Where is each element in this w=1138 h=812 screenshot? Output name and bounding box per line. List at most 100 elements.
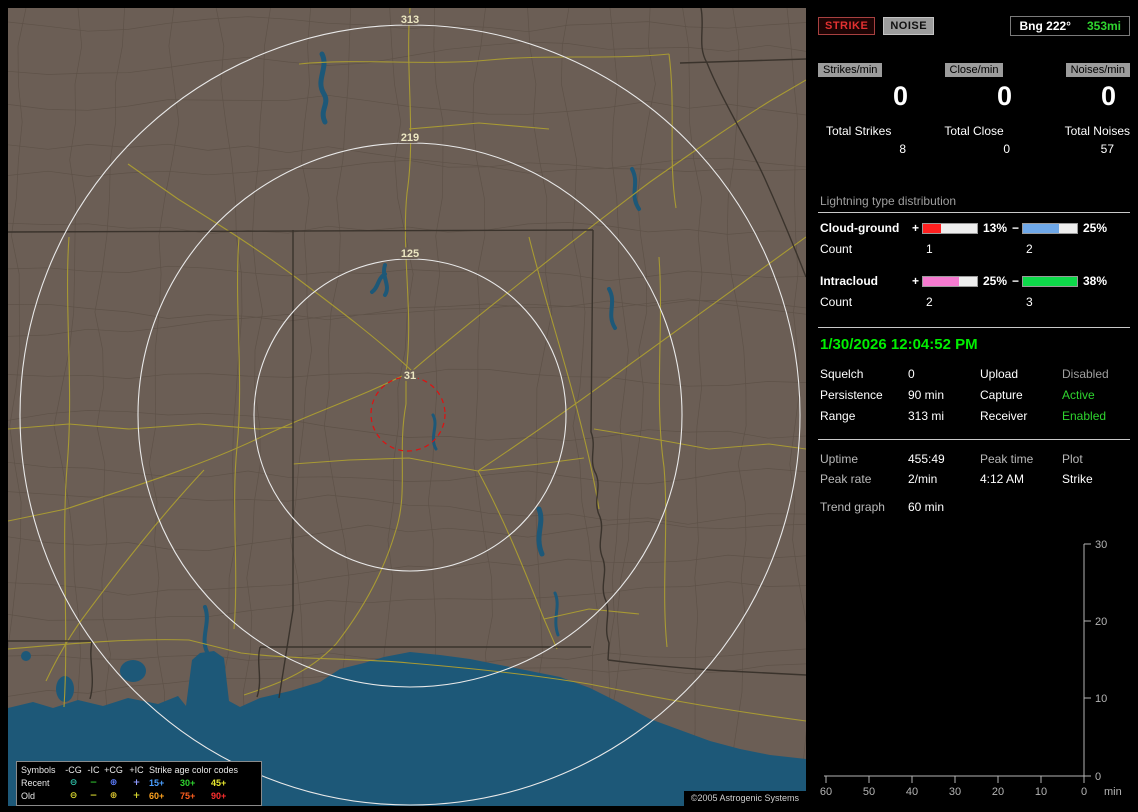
trend-graph-chart: 30 20 10 0 60 50 40 30 20 10 0 min	[820, 539, 1122, 798]
receiver-label: Receiver	[980, 409, 1028, 423]
strike-indicator-button[interactable]: STRIKE	[818, 17, 876, 35]
persistence-label: Persistence	[820, 388, 883, 402]
y-tick-label: 20	[1095, 616, 1107, 628]
pos-cg-symbol: ⊕	[109, 778, 118, 788]
ic-plus-bar-fill	[923, 276, 959, 286]
ic-minus-count: 3	[1026, 295, 1033, 309]
y-tick-label: 0	[1095, 771, 1101, 783]
cloud-ground-row: Cloud-ground + 13% − 25%	[818, 219, 1130, 237]
trend-axes	[824, 543, 1091, 783]
total-strikes-label: Total Strikes	[826, 124, 892, 138]
close-per-min-header: Close/min	[944, 63, 1004, 77]
legend-header-row: Symbols -CG -IC +CG +IC Strike age color…	[21, 764, 257, 777]
noise-indicator-button[interactable]: NOISE	[883, 17, 935, 35]
ic-plus-count: 2	[926, 295, 933, 309]
neg-ic-symbol: −	[89, 791, 98, 801]
capture-value: Active	[1062, 388, 1095, 402]
x-axis-unit-label: min	[1104, 786, 1122, 798]
peak-time-label: Peak time	[980, 452, 1034, 466]
trend-graph-value: 60 min	[908, 500, 945, 514]
persistence-value: 90 min	[908, 388, 945, 402]
minus-sign: −	[1012, 221, 1020, 235]
plus-sign: +	[912, 274, 920, 288]
bearing-readout: Bng 222° 353mi	[1010, 16, 1130, 36]
plot-value: Strike	[1062, 472, 1093, 486]
total-strikes-value: 8	[899, 142, 906, 156]
range-label: Range	[820, 409, 856, 423]
upload-label: Upload	[980, 367, 1019, 381]
noises-per-min-value: 0	[1100, 81, 1116, 111]
legend-type-header: +CG	[104, 765, 123, 775]
trend-graph-row: Trend graph 60 min	[818, 500, 1130, 514]
intracloud-count-row: Count 2 3	[818, 295, 1130, 311]
pos-cg-symbol: ⊕	[109, 791, 118, 801]
uptime-label: Uptime	[820, 452, 859, 466]
total-noises-label: Total Noises	[1064, 124, 1130, 138]
legend-type-header: +IC	[129, 765, 144, 775]
age-code: 45+	[211, 778, 227, 788]
cloud-ground-label: Cloud-ground	[820, 221, 900, 235]
ic-minus-bar	[1022, 275, 1078, 287]
old-age-codes: 60+ 75+ 90+	[149, 790, 257, 803]
upload-value: Disabled	[1062, 367, 1109, 381]
legend-type-header: -CG	[65, 765, 82, 775]
noises-per-min-header: Noises/min	[1065, 63, 1130, 77]
y-tick-label: 10	[1095, 693, 1107, 705]
trend-graph-label: Trend graph	[820, 500, 885, 514]
indicator-row: STRIKE NOISE Bng 222° 353mi	[818, 16, 1130, 36]
age-code: 60+	[149, 791, 165, 801]
age-code: 30+	[180, 778, 196, 788]
total-close-label: Total Close	[944, 124, 1004, 138]
x-tick-label: 60	[820, 786, 832, 798]
x-tick-label: 40	[906, 786, 918, 798]
status-panel: STRIKE NOISE Bng 222° 353mi Strikes/min …	[818, 8, 1130, 806]
cg-plus-bar-fill	[923, 223, 942, 233]
intracloud-row: Intracloud + 25% − 38%	[818, 272, 1130, 290]
distribution-title: Lightning type distribution	[818, 194, 1130, 213]
copyright-label: ©2005 Astrogenic Systems	[683, 791, 806, 806]
pos-ic-symbol: +	[132, 778, 141, 788]
close-per-min-value: 0	[996, 81, 1012, 111]
cg-minus-percent: 25%	[1083, 221, 1108, 235]
neg-cg-symbol: ⊖	[69, 791, 78, 801]
datetime-section: 1/30/2026 12:04:52 PM	[818, 327, 1130, 353]
range-ring-label: 219	[401, 132, 419, 144]
map-canvas: 313 219 125 31	[8, 8, 806, 806]
legend-old-label: Old	[21, 791, 36, 801]
legend-recent-label: Recent	[21, 778, 50, 788]
peak-time-value: 4:12 AM	[980, 472, 1025, 486]
strikes-per-min-header: Strikes/min	[818, 63, 883, 77]
count-label: Count	[820, 242, 853, 256]
peak-rate-value: 2/min	[908, 472, 938, 486]
cg-minus-bar	[1022, 222, 1078, 234]
legend-type-header: -IC	[87, 765, 100, 775]
recent-age-codes: 15+ 30+ 45+	[149, 777, 257, 790]
cg-plus-bar	[922, 222, 978, 234]
rate-value-row: 0 0 0	[818, 81, 1130, 111]
plus-sign: +	[912, 221, 920, 235]
age-code: 15+	[149, 778, 165, 788]
datetime-display: 1/30/2026 12:04:52 PM	[820, 336, 978, 353]
legend-recent-row: Recent ⊖ − ⊕ + 15+ 30+ 45+	[21, 777, 257, 790]
squelch-label: Squelch	[820, 367, 864, 381]
age-code: 75+	[180, 791, 196, 801]
receiver-value: Enabled	[1062, 409, 1107, 423]
bearing-value: Bng 222°	[1019, 19, 1071, 33]
uptime-value: 455:49	[908, 452, 945, 466]
lightning-map[interactable]: 313 219 125 31 Symbols -CG -IC +CG +IC S…	[8, 8, 806, 806]
neg-cg-symbol: ⊖	[69, 778, 78, 788]
cg-minus-count: 2	[1026, 242, 1033, 256]
cloud-ground-count-row: Count 1 2	[818, 242, 1130, 258]
range-ring-label: 31	[404, 370, 416, 382]
pos-ic-symbol: +	[132, 791, 141, 801]
legend-symbols-header: Symbols	[21, 765, 56, 775]
y-tick-label: 30	[1095, 539, 1107, 551]
totals-label-row: Total Strikes Total Close Total Noises	[818, 124, 1130, 138]
ic-plus-bar	[922, 275, 978, 287]
x-tick-label: 0	[1081, 786, 1087, 798]
total-close-value: 0	[1003, 142, 1010, 156]
ic-minus-bar-fill	[1023, 276, 1077, 286]
range-value: 313 mi	[908, 409, 945, 423]
range-ring-label: 313	[401, 14, 419, 26]
minus-sign: −	[1012, 274, 1020, 288]
